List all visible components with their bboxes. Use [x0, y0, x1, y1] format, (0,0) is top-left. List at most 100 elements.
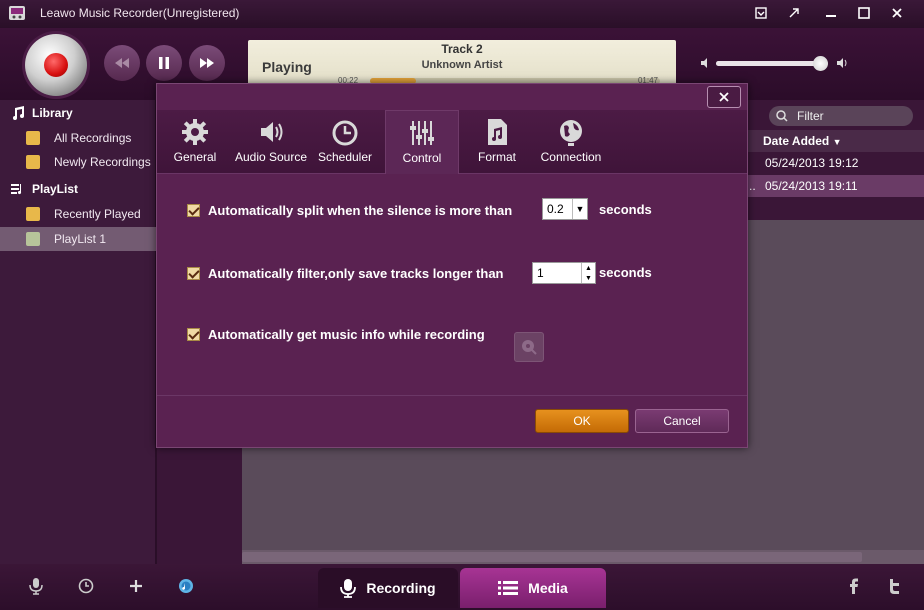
volume-knob[interactable]: [813, 56, 829, 71]
sidebar-item-newly-recordings[interactable]: Newly Recordings: [0, 150, 156, 174]
sidebar-item-label: PlayList 1: [54, 232, 107, 246]
playlist-label: PlayList: [32, 182, 79, 196]
sidebar-item-label: Newly Recordings: [54, 155, 151, 169]
filter-length-option[interactable]: Automatically filter,only save tracks lo…: [187, 262, 503, 284]
music-info-settings-button[interactable]: [514, 332, 544, 362]
tab-label: Format: [477, 150, 516, 164]
tab-media[interactable]: Media: [460, 568, 606, 608]
playlist-icon: [26, 232, 40, 246]
music-info-option[interactable]: Automatically get music info while recor…: [187, 323, 485, 345]
rewind-button[interactable]: [104, 45, 140, 81]
music-info-checkbox[interactable]: [187, 327, 200, 341]
tab-label: General: [173, 150, 217, 164]
silence-threshold-value: 0.2: [547, 202, 564, 216]
ok-button[interactable]: OK: [535, 409, 629, 433]
sidebar: Library All Recordings Newly Recordings …: [0, 100, 156, 564]
track-artist: Unknown Artist: [421, 59, 503, 71]
chevron-down-icon[interactable]: ▼: [582, 273, 595, 283]
min-length-stepper[interactable]: 1 ▲ ▼: [532, 262, 596, 284]
external-link-icon[interactable]: [778, 2, 810, 24]
tab-general[interactable]: General: [165, 110, 225, 174]
bottom-bar: Recording Media: [0, 564, 924, 610]
sidebar-item-recently-played[interactable]: Recently Played: [0, 202, 156, 226]
volume-fill: [716, 61, 821, 66]
volume-slider[interactable]: [716, 56, 829, 71]
playback-status: Playing: [262, 59, 312, 75]
min-length-value: 1: [537, 266, 544, 280]
record-dot-icon: [44, 53, 68, 77]
forward-icon: [200, 58, 214, 68]
row-truncated-text: ..: [749, 179, 756, 193]
silence-threshold-select[interactable]: 0.2 ▼: [542, 198, 588, 220]
tab-control[interactable]: Control: [385, 110, 459, 174]
filter-length-checkbox[interactable]: [187, 266, 200, 280]
list-icon: [498, 581, 519, 595]
schedule-clock-icon[interactable]: [76, 576, 96, 596]
split-unit-label: seconds: [599, 202, 652, 217]
horizontal-scrollbar[interactable]: [242, 550, 924, 564]
split-silence-option[interactable]: Automatically split when the silence is …: [187, 199, 512, 221]
itunes-icon[interactable]: [176, 576, 196, 596]
library-label: Library: [32, 106, 73, 120]
add-icon[interactable]: [126, 576, 146, 596]
filter-input[interactable]: Filter: [769, 106, 913, 126]
tab-label: Control: [402, 151, 442, 165]
star-folder-icon: [26, 155, 40, 169]
row-date: 05/24/2013 19:11: [765, 179, 858, 193]
settings-dialog: General Audio Source Scheduler Control F…: [156, 83, 748, 448]
playlist-header-icon: [11, 184, 22, 195]
stepper-arrows[interactable]: ▲ ▼: [581, 263, 595, 283]
clock-folder-icon: [26, 207, 40, 221]
filter-length-label: Automatically filter,only save tracks lo…: [208, 265, 504, 281]
filter-placeholder: Filter: [797, 109, 824, 123]
library-header[interactable]: Library: [0, 101, 156, 125]
twitter-icon[interactable]: [884, 576, 904, 596]
microphone-icon[interactable]: [26, 576, 46, 596]
tab-audio-source[interactable]: Audio Source: [233, 110, 309, 174]
row-date: 05/24/2013 19:12: [765, 156, 859, 170]
mini-mode-icon[interactable]: [745, 2, 777, 24]
record-button[interactable]: [25, 34, 87, 96]
table-row[interactable]: .. 05/24/2013 19:11: [747, 175, 924, 197]
column-date-added[interactable]: Date Added ▼: [763, 134, 842, 148]
tab-label: Scheduler: [317, 150, 373, 164]
rewind-icon: [115, 58, 129, 68]
window-title: Leawo Music Recorder(Unregistered): [40, 6, 240, 20]
clock-icon: [332, 120, 358, 146]
forward-button[interactable]: [189, 45, 225, 81]
scrollbar-thumb[interactable]: [242, 552, 862, 562]
table-row[interactable]: 05/24/2013 19:12: [747, 152, 924, 174]
tab-scheduler[interactable]: Scheduler: [315, 110, 375, 174]
sidebar-item-playlist-1[interactable]: PlayList 1: [0, 227, 156, 251]
tab-format[interactable]: Format: [467, 110, 527, 174]
media-tab-label: Media: [528, 580, 568, 596]
facebook-icon[interactable]: [844, 576, 864, 596]
title-bar: Leawo Music Recorder(Unregistered): [0, 0, 924, 28]
app-icon: [9, 6, 25, 20]
folder-icon: [26, 131, 40, 145]
column-date-label: Date Added: [763, 134, 830, 148]
disc-search-icon: [522, 340, 537, 355]
tab-label: Audio Source: [234, 150, 308, 164]
pause-button[interactable]: [146, 45, 182, 81]
minimize-icon[interactable]: [815, 2, 847, 24]
music-note-icon: [13, 106, 24, 120]
speaker-icon: [261, 122, 283, 142]
chevron-down-icon: ▼: [572, 199, 587, 219]
sort-arrow-icon: ▼: [832, 137, 842, 147]
cancel-button[interactable]: Cancel: [635, 409, 729, 433]
sidebar-item-all-recordings[interactable]: All Recordings: [0, 126, 156, 150]
dialog-divider: [157, 395, 747, 396]
search-icon: [776, 110, 788, 122]
split-silence-checkbox[interactable]: [187, 203, 200, 217]
playlist-header[interactable]: PlayList: [0, 177, 156, 201]
dialog-close-button[interactable]: [707, 86, 741, 108]
track-title: Track 2: [441, 42, 483, 56]
close-icon[interactable]: [881, 2, 913, 24]
tab-connection[interactable]: Connection: [535, 110, 607, 174]
settings-tabs: General Audio Source Scheduler Control F…: [157, 110, 747, 174]
tab-recording[interactable]: Recording: [318, 568, 458, 608]
close-icon: [719, 92, 729, 102]
chevron-up-icon[interactable]: ▲: [582, 263, 595, 273]
maximize-icon[interactable]: [848, 2, 880, 24]
